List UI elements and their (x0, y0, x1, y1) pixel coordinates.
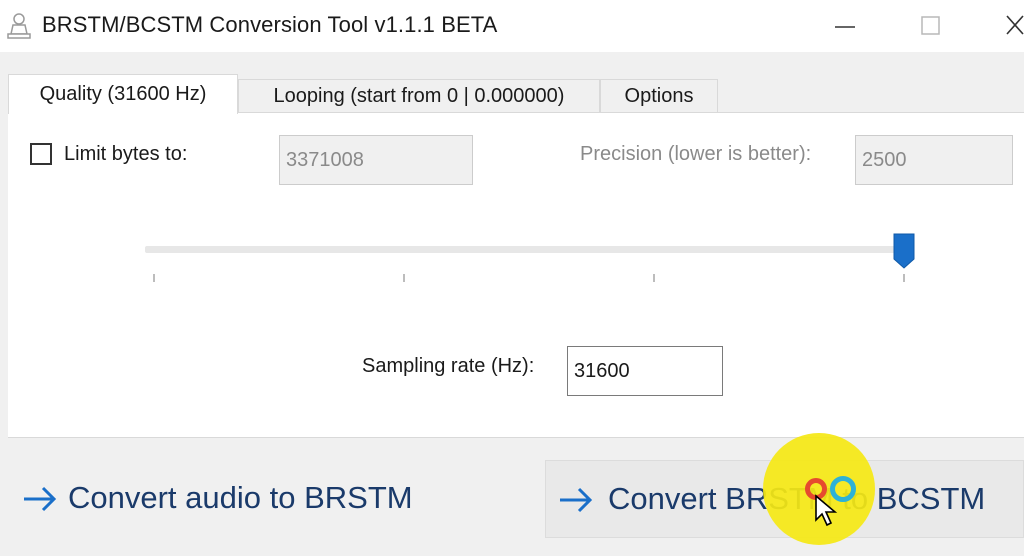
minimize-button[interactable] (815, 0, 875, 52)
right-arrow-icon (24, 486, 57, 512)
title-bar[interactable]: BRSTM/BCSTM Conversion Tool v1.1.1 BETA (0, 0, 1024, 52)
maximize-icon (921, 16, 940, 35)
sampling-rate-input[interactable] (567, 346, 723, 396)
minimize-icon (835, 26, 855, 28)
slider-tick (153, 274, 155, 282)
maximize-button[interactable] (900, 0, 960, 52)
tab-quality-label: Quality (31600 Hz) (39, 83, 207, 105)
right-arrow-icon (560, 487, 593, 513)
convert-audio-button[interactable]: Convert audio to BRSTM (8, 460, 528, 538)
slider-tick (653, 274, 655, 282)
slider-tick (903, 274, 905, 282)
tab-looping-label: Looping (start from 0 | 0.000000) (273, 85, 565, 107)
slider-tick (403, 274, 405, 282)
convert-audio-label: Convert audio to BRSTM (68, 480, 413, 515)
precision-input[interactable] (855, 135, 1013, 185)
quality-slider-thumb[interactable] (893, 233, 915, 269)
window-title: BRSTM/BCSTM Conversion Tool v1.1.1 BETA (42, 12, 498, 37)
limit-bytes-label: Limit bytes to: (64, 143, 188, 165)
sampling-rate-label: Sampling rate (Hz): (362, 355, 535, 377)
tab-looping[interactable]: Looping (start from 0 | 0.000000) (238, 79, 600, 113)
limit-bytes-checkbox[interactable] (30, 143, 52, 165)
tab-options[interactable]: Options (600, 79, 718, 113)
limit-bytes-input[interactable] (279, 135, 473, 185)
tab-quality[interactable]: Quality (31600 Hz) (8, 74, 238, 114)
quality-slider-track[interactable] (145, 246, 910, 253)
close-icon (1006, 15, 1024, 35)
close-button[interactable] (985, 0, 1024, 52)
app-person-icon (7, 13, 31, 39)
precision-label: Precision (lower is better): (580, 143, 812, 165)
mouse-pointer-icon (815, 494, 838, 527)
app-window: BRSTM/BCSTM Conversion Tool v1.1.1 BETA … (0, 0, 1024, 556)
tab-options-label: Options (624, 85, 694, 107)
